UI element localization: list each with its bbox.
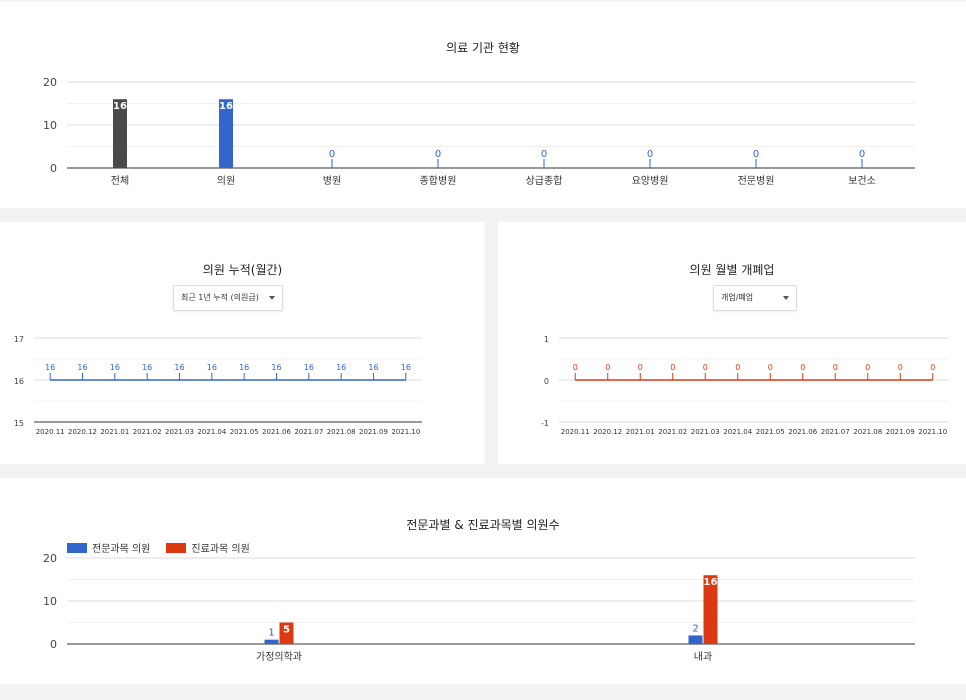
- y-tick-label: 0: [50, 162, 57, 175]
- y-tick-label: 16: [14, 377, 24, 386]
- x-tick-label: 2021.10: [918, 428, 947, 436]
- x-tick-label: 2021.05: [230, 428, 259, 436]
- x-tick-label: 요양병원: [632, 175, 669, 187]
- data-label: 16: [207, 363, 217, 372]
- bar: [688, 635, 703, 644]
- data-label: 0: [768, 363, 773, 372]
- data-label: 16: [271, 363, 281, 372]
- y-tick-label: 10: [43, 595, 57, 608]
- data-label: 0: [898, 363, 903, 372]
- y-tick-label: -1: [541, 419, 549, 428]
- x-tick-label: 2021.04: [197, 428, 226, 436]
- panel-cumulative: 의원 누적(월간) 최근 1년 누적 (의원급) 15 16 17 16 2020.11…: [0, 222, 485, 464]
- x-tick-label: 병원: [323, 175, 341, 187]
- data-label: 0: [329, 149, 335, 160]
- data-label: 0: [638, 363, 643, 372]
- x-tick-label: 2021.07: [821, 428, 850, 436]
- data-label: 0: [735, 363, 740, 372]
- data-label: 16: [219, 101, 233, 112]
- x-tick-label: 2021.05: [756, 428, 785, 436]
- x-tick-label: 전문병원: [738, 175, 775, 187]
- institution-bar-chart: 0 10 20 16 전체 16 의원 0 병원 0 종합병원 0 상급종합 0 요양병원 0 전문병원 0 보건소: [43, 76, 915, 187]
- x-tick-label: 2021.06: [262, 428, 291, 436]
- x-tick-label: 2021.04: [723, 428, 752, 436]
- x-tick-label: 2021.08: [853, 428, 882, 436]
- x-tick-label: 내과: [694, 651, 712, 663]
- x-tick-label: 2021.07: [294, 428, 323, 436]
- x-tick-label: 2021.06: [788, 428, 817, 436]
- data-label: 16: [336, 363, 346, 372]
- x-tick-label: 2020.12: [68, 428, 97, 436]
- x-tick-label: 2021.10: [391, 428, 420, 436]
- x-tick-label: 2020.11: [36, 428, 65, 436]
- y-tick-label: 0: [50, 638, 57, 651]
- y-tick-label: 15: [14, 419, 24, 428]
- data-label: 0: [753, 149, 759, 160]
- panel-department: 전문과별 & 진료과목별 의원수 전문과목 의원 진료과목 의원 0 10 20 1 5…: [0, 478, 966, 684]
- cumulative-line-chart: 15 16 17 16 2020.11 16 2020.12 16 2021.01 16 2021.…: [14, 335, 422, 436]
- data-label: 1: [268, 628, 274, 639]
- data-label: 16: [304, 363, 314, 372]
- x-tick-label: 2021.08: [327, 428, 356, 436]
- x-tick-label: 의원: [217, 175, 235, 187]
- data-label: 16: [113, 101, 127, 112]
- data-label: 16: [45, 363, 55, 372]
- data-label: 16: [174, 363, 184, 372]
- x-tick-label: 2021.01: [100, 428, 129, 436]
- department-bar-chart: 0 10 20 1 5 가정의학과 2 16 내과: [43, 552, 915, 663]
- x-tick-label: 2021.09: [359, 428, 388, 436]
- x-tick-label: 2020.12: [593, 428, 622, 436]
- data-label: 5: [283, 625, 290, 636]
- data-label: 2: [692, 623, 698, 634]
- data-label: 16: [239, 363, 249, 372]
- data-label: 0: [800, 363, 805, 372]
- x-tick-label: 종합병원: [420, 175, 457, 187]
- data-label: 0: [833, 363, 838, 372]
- x-tick-label: 2021.03: [691, 428, 720, 436]
- data-label: 0: [573, 363, 578, 372]
- y-tick-label: 17: [14, 335, 24, 344]
- x-tick-label: 2021.01: [626, 428, 655, 436]
- bar: [264, 639, 279, 644]
- data-label: 0: [435, 149, 441, 160]
- x-tick-label: 2020.11: [561, 428, 590, 436]
- data-label: 0: [670, 363, 675, 372]
- x-tick-label: 상급종합: [526, 175, 563, 187]
- open-close-line-chart: -1 0 1 0 2020.11 0 2020.12 0 2021.01 0 2021.02 0 202…: [541, 335, 949, 436]
- y-tick-label: 0: [544, 377, 549, 386]
- y-tick-label: 20: [43, 552, 57, 565]
- x-tick-label: 2021.03: [165, 428, 194, 436]
- x-tick-label: 가정의학과: [256, 651, 302, 663]
- data-label: 16: [368, 363, 378, 372]
- x-tick-label: 2021.09: [886, 428, 915, 436]
- data-label: 0: [859, 149, 865, 160]
- data-label: 0: [703, 363, 708, 372]
- x-tick-label: 2021.02: [658, 428, 687, 436]
- data-label: 0: [865, 363, 870, 372]
- data-label: 0: [930, 363, 935, 372]
- data-label: 0: [605, 363, 610, 372]
- panel-institution-status: 의료 기관 현황 0 10 20 16 전체 16 의원 0 병원 0 종합병원 0 상급종합 0 요양병원…: [0, 2, 966, 208]
- data-label: 16: [401, 363, 411, 372]
- data-label: 16: [142, 363, 152, 372]
- x-tick-label: 2021.02: [133, 428, 162, 436]
- data-label: 0: [647, 149, 653, 160]
- data-label: 0: [541, 149, 547, 160]
- data-label: 16: [77, 363, 87, 372]
- y-tick-label: 1: [544, 335, 549, 344]
- panel-open-close: 의원 월별 개폐업 개업/폐업 -1 0 1 0 2020.11 0 2020.12 0 202…: [498, 222, 966, 464]
- x-tick-label: 전체: [111, 175, 129, 187]
- data-label: 16: [704, 577, 718, 588]
- y-tick-label: 10: [43, 119, 57, 132]
- data-label: 16: [110, 363, 120, 372]
- x-tick-label: 보건소: [848, 175, 876, 187]
- y-tick-label: 20: [43, 76, 57, 89]
